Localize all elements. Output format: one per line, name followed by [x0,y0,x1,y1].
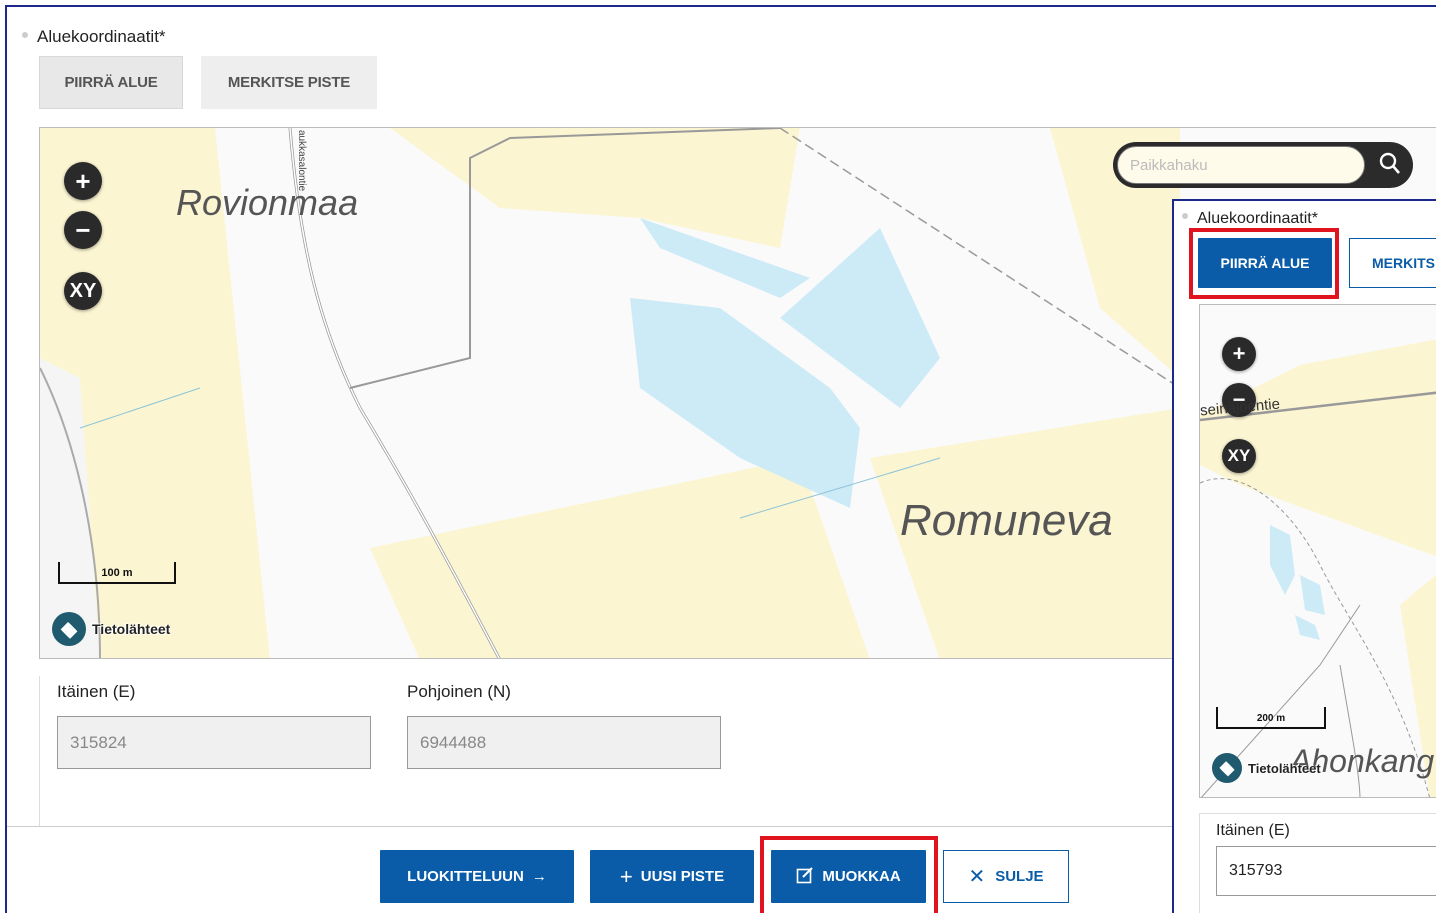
place-label-rovionmaa: Rovionmaa [176,182,359,223]
mark-point-tab[interactable]: MERKITSE PISTE [201,56,377,109]
classify-label: LUOKITTELUUN [407,868,524,885]
inset-east-label: Itäinen (E) [1216,822,1290,839]
north-label: Pohjoinen (N) [407,682,511,701]
new-point-label: UUSI PISTE [640,868,725,885]
map-scale-bar: 100 m [58,562,176,584]
east-coordinate-field[interactable]: 315824 [57,716,371,769]
place-search[interactable]: Paikkahaku [1113,142,1413,188]
data-sources-label: Tietolähteet [92,621,171,637]
inset-xy-coordinate-button[interactable]: XY [1222,439,1256,473]
inset-required-mark: * [1311,210,1318,227]
plus-icon: + [619,863,633,889]
bullet-icon [22,31,28,38]
inset-field-label: Aluekoordinaatit* [1182,210,1318,228]
place-label-romuneva: Romuneva [900,496,1113,545]
close-label: SULJE [995,868,1044,885]
zoom-out-button[interactable]: − [64,211,102,249]
north-coordinate-field[interactable]: 6944488 [407,716,721,769]
inset-map-scale-bar: 200 m [1216,707,1326,729]
place-search-input[interactable]: Paikkahaku [1117,146,1365,184]
arrow-right-icon: → [531,868,547,885]
draw-area-tab[interactable]: PIIRRÄ ALUE [39,56,183,109]
inset-map-view[interactable]: + − XY seinäjoentie Ahonkang 200 m ◈ Tie… [1199,304,1436,798]
inset-data-sources-icon: ◈ [1212,753,1242,783]
field-label: Aluekoordinaatit* [22,27,166,47]
classify-button[interactable]: LUOKITTELUUN → [380,850,574,903]
new-point-button[interactable]: + UUSI PISTE [590,850,754,903]
required-mark: * [158,27,166,46]
inset-zoom-in-button[interactable]: + [1222,337,1256,371]
east-label: Itäinen (E) [57,682,136,701]
search-icon[interactable] [1379,152,1401,181]
edit-label: MUOKKAA [822,868,901,885]
inset-draw-area-tab[interactable]: PIIRRÄ ALUE [1198,238,1332,288]
inset-east-coordinate-field[interactable]: 315793 [1216,846,1436,896]
xy-coordinate-button[interactable]: XY [64,272,102,310]
close-icon: ✕ [968,866,986,888]
inset-data-sources-label: Tietolähteet [1248,760,1321,776]
inset-mark-point-tab[interactable]: MERKITS [1349,238,1436,288]
inset-panel: Aluekoordinaatit* PIIRRÄ ALUE MERKITS + … [1172,199,1436,913]
edit-button[interactable]: MUOKKAA [771,850,926,903]
close-button[interactable]: ✕ SULJE [943,850,1069,903]
inset-data-sources-link[interactable]: ◈ Tietolähteet [1212,753,1321,783]
inset-bullet-icon [1182,212,1188,219]
data-sources-icon: ◈ [52,612,86,646]
zoom-in-button[interactable]: + [64,162,102,200]
data-sources-link[interactable]: ◈ Tietolähteet [52,612,170,646]
road-label: aukkasalontie [296,130,307,192]
edit-icon [796,866,814,888]
